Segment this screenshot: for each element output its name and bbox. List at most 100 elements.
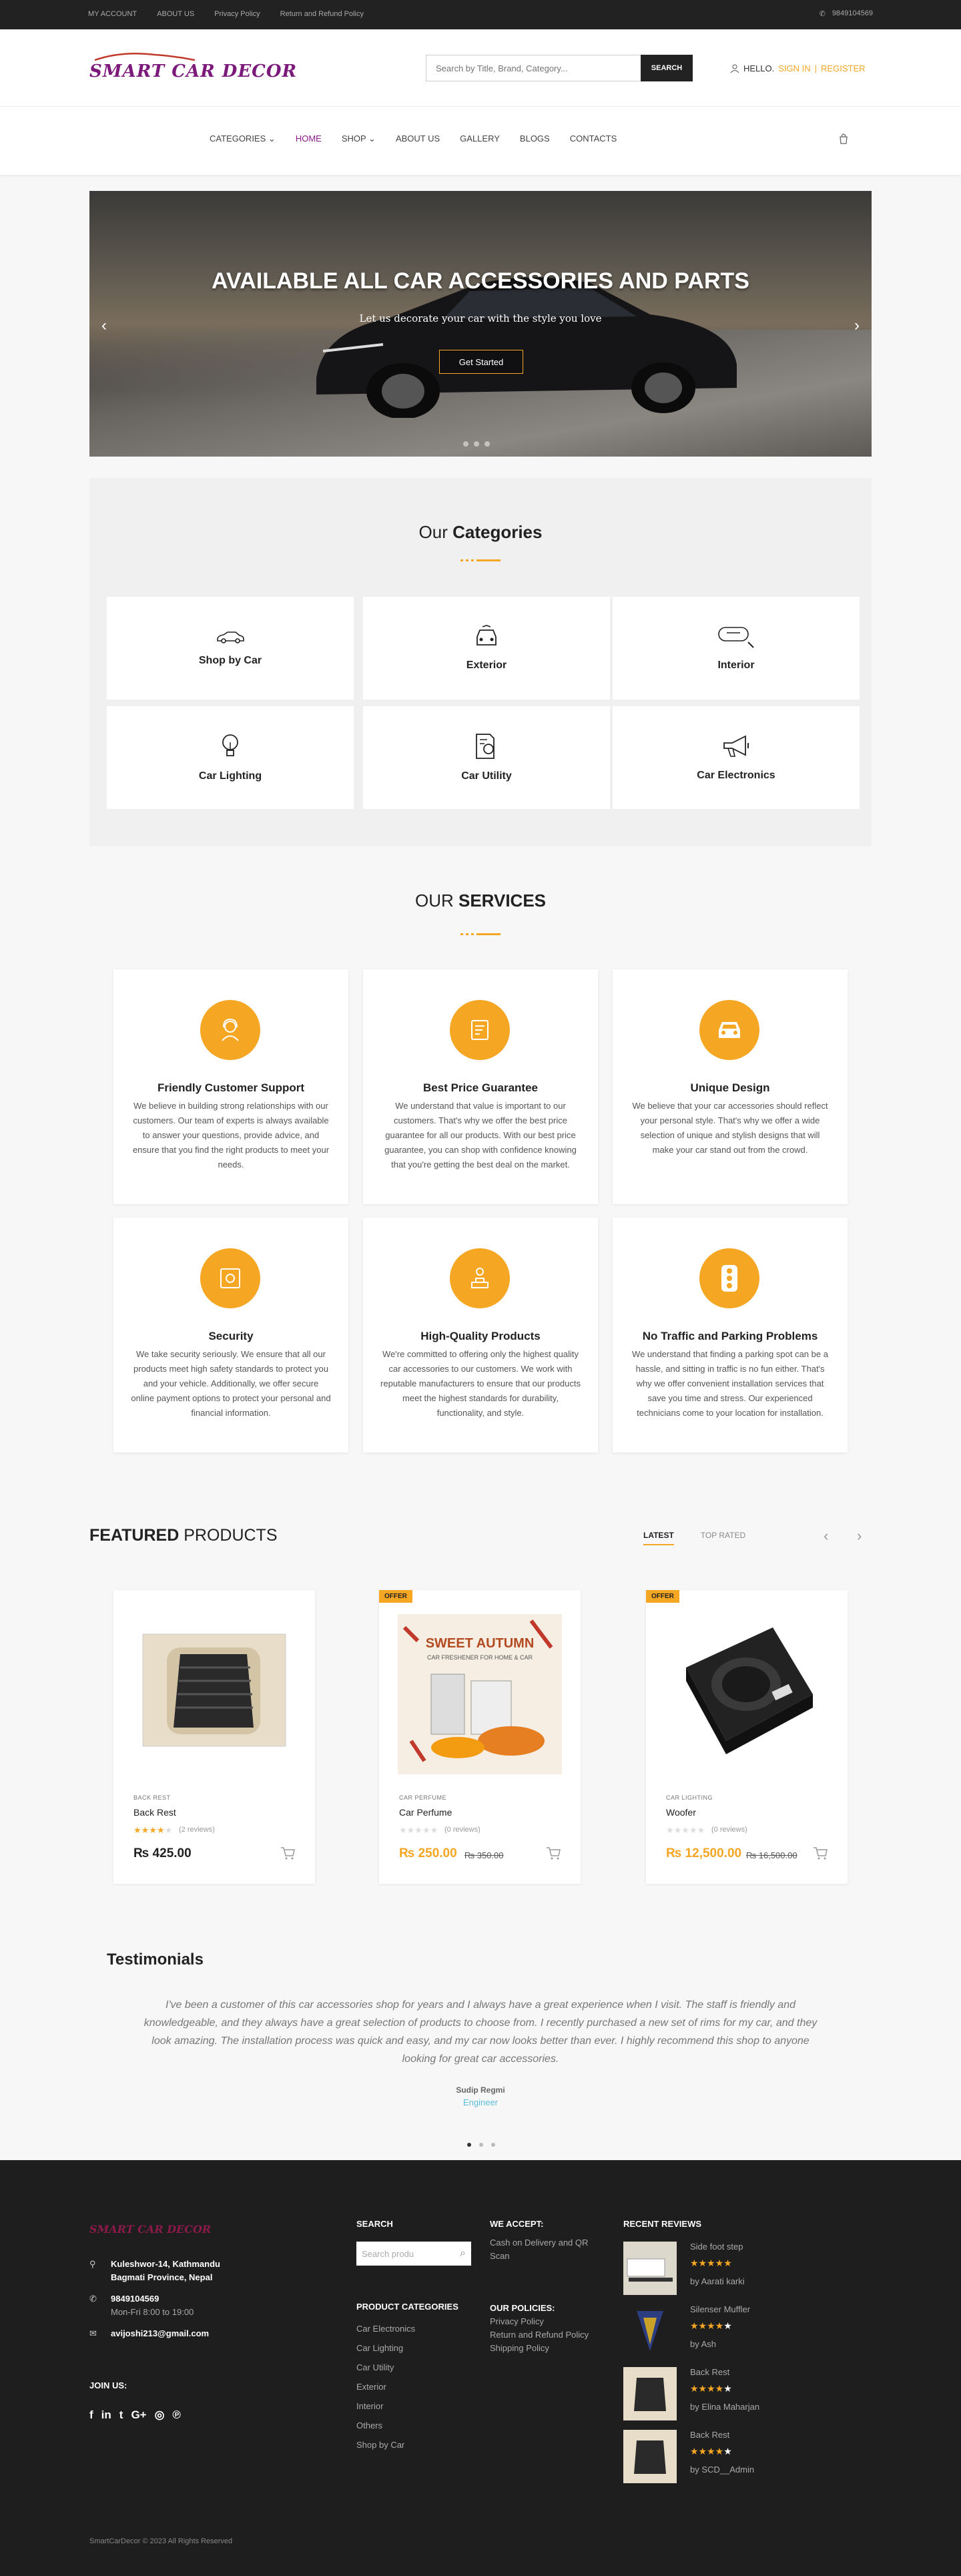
nav-shop[interactable]: SHOP ⌄ (342, 134, 376, 144)
nav-home[interactable]: HOME (296, 134, 322, 144)
carousel-prev-arrow[interactable]: ‹ (824, 1527, 828, 1545)
product-card[interactable]: OFFER CAR LIGHTING Woofer ★★★★★ (0 revie… (646, 1590, 848, 1884)
footer-logo[interactable]: SMART CAR DECOR (89, 2223, 211, 2236)
our-policies-heading: OUR POLICIES: (490, 2303, 555, 2313)
footer-link[interactable]: Car Utility (356, 2358, 415, 2377)
category-car-lighting[interactable]: Car Lighting (107, 706, 354, 809)
category-label: Shop by Car (198, 655, 262, 666)
nav-gallery[interactable]: GALLERY (460, 134, 500, 144)
get-started-button[interactable]: Get Started (439, 350, 523, 374)
product-name[interactable]: Car Perfume (399, 1807, 452, 1818)
product-name[interactable]: Back Rest (133, 1807, 176, 1818)
footer-link[interactable]: Others (356, 2416, 415, 2435)
category-car-utility[interactable]: Car Utility (363, 706, 610, 809)
footer-link[interactable]: Car Lighting (356, 2338, 415, 2358)
footer-link[interactable]: Shop by Car (356, 2435, 415, 2455)
linkedin-icon[interactable]: in (101, 2408, 111, 2422)
side-foot-step-thumb (623, 2242, 677, 2295)
tab-latest[interactable]: LATEST (643, 1531, 674, 1545)
logo-car-mark-icon (95, 52, 195, 61)
user-icon (730, 64, 739, 73)
offer-badge: OFFER (646, 1590, 679, 1603)
hello-text: HELLO. (743, 63, 775, 73)
car-perfume-image: SWEET AUTUMN CAR FRESHENER FOR HOME & CA… (398, 1614, 562, 1774)
category-label: Car Lighting (198, 770, 262, 782)
product-price: ₨ 425.00 (133, 1846, 192, 1860)
featured-tabs: LATEST TOP RATED (643, 1531, 745, 1545)
category-car-electronics[interactable]: Car Electronics (613, 706, 860, 809)
category-label: Interior (717, 660, 755, 671)
support-agent-icon (200, 1000, 260, 1060)
slider-dots (463, 441, 490, 447)
product-card[interactable]: BACK REST Back Rest ★★★★★ (2 reviews) ₨ … (113, 1590, 315, 1884)
sign-in-link[interactable]: SIGN IN (778, 63, 810, 73)
slider-next-arrow[interactable]: › (854, 316, 860, 335)
featured-heading: FEATURED PRODUCTS (89, 1526, 278, 1545)
my-account-link[interactable]: MY ACCOUNT (88, 10, 137, 18)
facebook-icon[interactable]: f (89, 2408, 93, 2422)
privacy-policy-link[interactable]: Privacy Policy (214, 10, 260, 18)
review-stars: ★★★★★ (690, 2446, 732, 2457)
carousel-next-arrow[interactable]: › (857, 1527, 862, 1545)
car-front-icon (476, 625, 497, 646)
service-card: Best Price Guarantee We understand that … (363, 969, 598, 1204)
phone-icon: ✆ (819, 10, 826, 18)
location-pin-icon: ⚲ (89, 2259, 96, 2269)
footer-phone: ✆ 9849104569 Mon-Fri 8:00 to 19:00 (89, 2292, 194, 2319)
category-exterior[interactable]: Exterior (363, 597, 610, 700)
search-icon[interactable]: ⌕ (460, 2248, 466, 2260)
product-name[interactable]: Woofer (666, 1807, 696, 1818)
footer-link[interactable]: Exterior (356, 2377, 415, 2396)
review-stars: ★★★★★ (690, 2258, 732, 2268)
add-to-cart-icon[interactable] (280, 1846, 295, 1860)
recent-review-item[interactable]: Back Rest ★★★★★ by SCD__Admin (623, 2430, 864, 2485)
service-title: Unique Design (690, 1081, 770, 1094)
search-input[interactable] (426, 55, 641, 81)
slider-prev-arrow[interactable]: ‹ (101, 316, 107, 335)
footer-link[interactable]: Car Electronics (356, 2319, 415, 2338)
tab-top-rated[interactable]: TOP RATED (701, 1531, 745, 1545)
hero-slider: AVAILABLE ALL CAR ACCESSORIES AND PARTS … (89, 191, 872, 457)
product-old-price: ₨ 350.00 (464, 1850, 504, 1860)
recent-review-item[interactable]: Back Rest ★★★★★ by Elina Maharjan (623, 2367, 864, 2422)
nav-about-us[interactable]: ABOUT US (396, 134, 440, 144)
nav-contacts[interactable]: CONTACTS (570, 134, 617, 144)
footer-category-list: Car Electronics Car Lighting Car Utility… (356, 2319, 415, 2455)
footer-search-input[interactable]: Search produ ⌕ (356, 2242, 471, 2266)
review-count: (2 reviews) (179, 1826, 215, 1834)
google-plus-icon[interactable]: G+ (131, 2408, 146, 2422)
recent-review-item[interactable]: Side foot step ★★★★★ by Aarati karki (623, 2242, 864, 2296)
category-shop-by-car[interactable]: Shop by Car (107, 597, 354, 700)
footer-link[interactable]: Return and Refund Policy (490, 2328, 589, 2342)
product-category: CAR PERFUME (399, 1794, 447, 1801)
nav-blogs[interactable]: BLOGS (520, 134, 550, 144)
pinterest-icon[interactable]: ℗ (172, 2408, 181, 2422)
search-button[interactable]: SEARCH (641, 55, 693, 81)
register-link[interactable]: REGISTER (821, 63, 865, 73)
footer-link[interactable]: Shipping Policy (490, 2342, 589, 2355)
product-card[interactable]: OFFER SWEET AUTUMN CAR FRESHENER FOR HOM… (379, 1590, 581, 1884)
category-interior[interactable]: Interior (613, 597, 860, 700)
service-title: Friendly Customer Support (157, 1081, 305, 1094)
review-author: by Elina Maharjan (690, 2402, 760, 2412)
policy-links: Privacy Policy Return and Refund Policy … (490, 2315, 589, 2355)
silencer-muffler-thumb (623, 2304, 677, 2358)
nav-categories[interactable]: CATEGORIES ⌄ (210, 134, 276, 144)
about-us-link[interactable]: ABOUT US (157, 10, 194, 18)
review-count: (0 reviews) (444, 1826, 480, 1834)
back-rest-thumb (623, 2367, 677, 2420)
review-author: by Ash (690, 2339, 717, 2349)
add-to-cart-icon[interactable] (546, 1846, 561, 1860)
footer-link[interactable]: Interior (356, 2396, 415, 2416)
add-to-cart-icon[interactable] (813, 1846, 828, 1860)
footer-link[interactable]: Privacy Policy (490, 2315, 589, 2328)
cart-icon[interactable] (838, 134, 849, 144)
instagram-icon[interactable]: ◎ (155, 2408, 165, 2422)
phone-number: 9849104569 (832, 9, 873, 17)
product-price: ₨ 250.00 (399, 1846, 457, 1860)
twitter-icon[interactable]: t (119, 2408, 123, 2422)
logo[interactable]: SMART CAR DECOR (89, 52, 297, 81)
recent-review-item[interactable]: Silenser Muffler ★★★★★ by Ash (623, 2304, 864, 2359)
testimonial-role: Engineer (462, 2097, 499, 2107)
refund-policy-link[interactable]: Return and Refund Policy (280, 10, 364, 18)
